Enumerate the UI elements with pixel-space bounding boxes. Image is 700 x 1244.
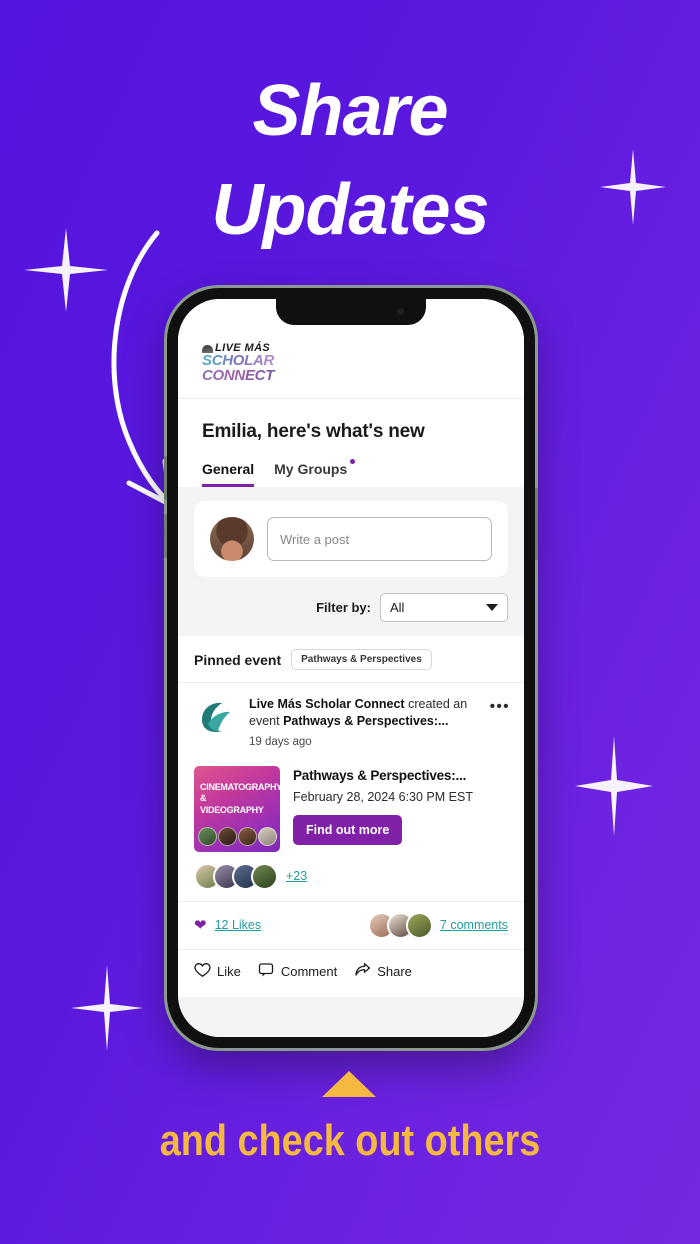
phone-mockup: LIVE MÁS SCHOLAR CONNECT Emilia, here's … bbox=[164, 288, 538, 1048]
volume-down-button[interactable] bbox=[164, 514, 167, 558]
comment-label: Comment bbox=[280, 963, 338, 979]
post-header: Live Más Scholar Connect created an even… bbox=[178, 683, 524, 760]
event-thumbnail-title: CINEMATOGRAPHY & VIDEOGRAPHY bbox=[200, 781, 280, 818]
comment-button[interactable]: Comment bbox=[258, 962, 337, 981]
pinned-event-row: Pinned event Pathways & Perspectives bbox=[178, 636, 524, 683]
page-title: Share Updates bbox=[0, 62, 700, 261]
write-post-input[interactable]: Write a post bbox=[267, 517, 492, 561]
feed-post-card: Pinned event Pathways & Perspectives Liv… bbox=[178, 636, 524, 997]
face-thumb bbox=[198, 826, 217, 846]
app-logo[interactable]: LIVE MÁS SCHOLAR CONNECT bbox=[202, 343, 278, 383]
app-screen: LIVE MÁS SCHOLAR CONNECT Emilia, here's … bbox=[178, 299, 524, 1037]
headline-line-2: Updates bbox=[211, 170, 489, 251]
promo-poster: Share Updates LIVE MÁS SCHOLAR CONNECT E… bbox=[0, 0, 700, 1244]
sparkle-icon bbox=[68, 962, 146, 1054]
face-thumb bbox=[238, 826, 257, 846]
face-thumb bbox=[218, 826, 237, 846]
thumb-title-line-1: CINEMATOGRAPHY bbox=[200, 781, 280, 793]
event-thumbnail[interactable]: CINEMATOGRAPHY & VIDEOGRAPHY bbox=[194, 765, 280, 852]
event-thumbnail-faces bbox=[198, 826, 277, 846]
comment-icon bbox=[258, 962, 275, 981]
heart-icon bbox=[194, 962, 211, 981]
chevron-down-icon bbox=[486, 604, 498, 611]
pinned-event-label: Pinned event bbox=[194, 651, 282, 668]
phone-screen: LIVE MÁS SCHOLAR CONNECT Emilia, here's … bbox=[178, 299, 524, 1037]
like-label: Like bbox=[217, 963, 241, 979]
heart-filled-icon: ❤ bbox=[194, 916, 207, 934]
commenter-avatars bbox=[367, 911, 433, 939]
logo-line-3: CONNECT bbox=[202, 368, 278, 384]
front-camera-icon bbox=[397, 308, 404, 315]
organization-logo-icon bbox=[194, 696, 238, 740]
power-button[interactable] bbox=[535, 488, 538, 560]
post-timestamp: 19 days ago bbox=[249, 735, 312, 748]
up-arrow-icon bbox=[322, 1071, 376, 1097]
event-preview: CINEMATOGRAPHY & VIDEOGRAPHY Pathways & … bbox=[178, 760, 524, 852]
find-out-more-button[interactable]: Find out more bbox=[293, 814, 403, 845]
more-attendees-link[interactable]: +23 bbox=[286, 869, 307, 883]
share-icon bbox=[354, 962, 371, 981]
post-author-line: Live Más Scholar Connect created an even… bbox=[249, 696, 486, 731]
attendee-avatars bbox=[194, 862, 278, 890]
comments-link[interactable]: 7 comments bbox=[440, 918, 508, 932]
filter-selected-value: All bbox=[390, 600, 405, 615]
post-author[interactable]: Live Más Scholar Connect bbox=[249, 697, 405, 711]
comments-group: 7 comments bbox=[367, 911, 508, 939]
feed-tabs: General My Groups bbox=[178, 443, 524, 487]
greeting-heading: Emilia, here's what's new bbox=[178, 399, 524, 443]
attendees-row: +23 bbox=[178, 852, 524, 901]
filter-select[interactable]: All bbox=[380, 593, 508, 622]
sparkle-icon bbox=[572, 733, 656, 839]
face-thumb bbox=[258, 826, 277, 846]
share-label: Share bbox=[377, 963, 412, 979]
likes-group: ❤ 12 Likes bbox=[194, 918, 261, 933]
tab-general-label: General bbox=[202, 461, 255, 477]
thumb-title-line-2: & VIDEOGRAPHY bbox=[200, 793, 264, 817]
filter-label: Filter by: bbox=[316, 600, 371, 615]
social-counts-row: ❤ 12 Likes 7 comments bbox=[178, 900, 524, 949]
post-event-ref[interactable]: Pathways & Perspectives:... bbox=[283, 714, 448, 728]
avatar[interactable] bbox=[210, 517, 254, 561]
post-action-bar: Like Comment Share bbox=[178, 948, 524, 997]
tab-my-groups[interactable]: My Groups bbox=[274, 459, 356, 487]
group-chip[interactable]: Pathways & Perspectives bbox=[291, 649, 432, 670]
like-button[interactable]: Like bbox=[194, 962, 241, 981]
phone-notch bbox=[276, 299, 426, 325]
headline-line-1: Share bbox=[252, 71, 448, 151]
avatar[interactable] bbox=[405, 911, 433, 939]
share-button[interactable]: Share bbox=[354, 962, 412, 981]
tab-my-groups-label: My Groups bbox=[274, 461, 348, 477]
filter-row: Filter by: All bbox=[178, 577, 524, 636]
composer-section: Write a post bbox=[178, 487, 524, 577]
post-composer: Write a post bbox=[194, 501, 508, 577]
footer-caption: and check out others bbox=[159, 1116, 541, 1165]
notification-dot-icon bbox=[350, 459, 356, 464]
post-header-text: Live Más Scholar Connect created an even… bbox=[249, 696, 508, 748]
volume-up-button[interactable] bbox=[164, 456, 167, 500]
event-date: February 28, 2024 6:30 PM EST bbox=[293, 789, 473, 804]
more-options-icon[interactable]: ••• bbox=[490, 699, 510, 714]
event-info: Pathways & Perspectives:... February 28,… bbox=[293, 766, 508, 852]
tab-general[interactable]: General bbox=[202, 461, 255, 487]
avatar[interactable] bbox=[251, 862, 278, 890]
event-title[interactable]: Pathways & Perspectives:... bbox=[293, 768, 508, 783]
likes-link[interactable]: 12 Likes bbox=[215, 918, 262, 932]
